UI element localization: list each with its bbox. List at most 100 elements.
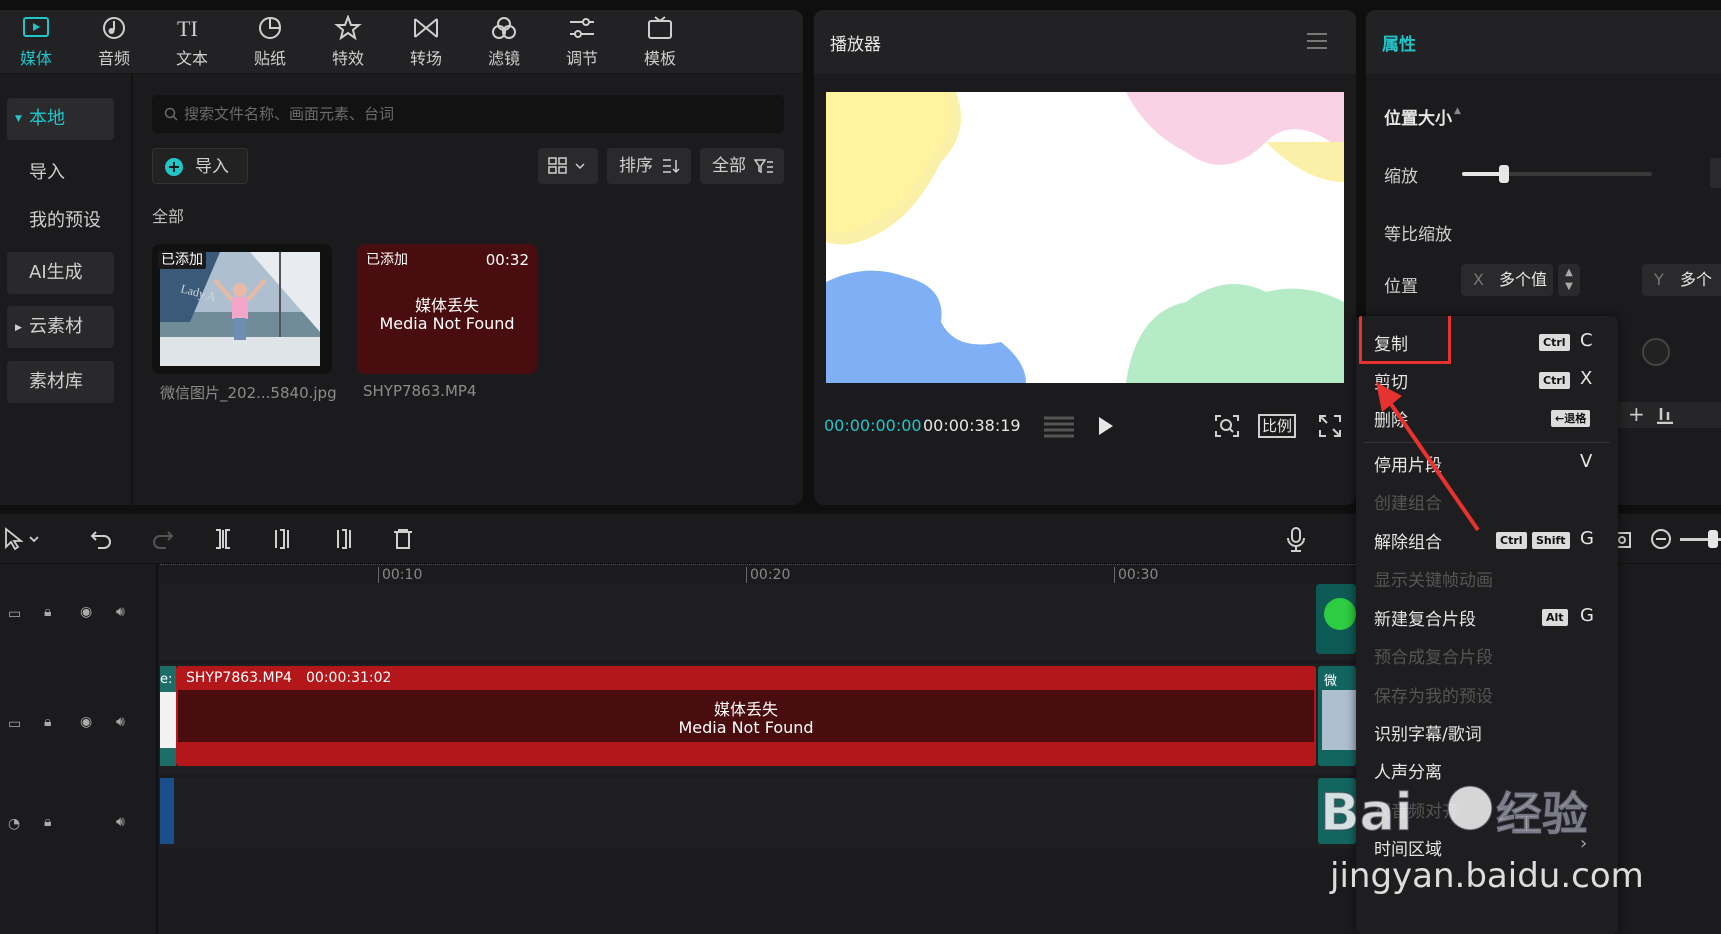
trim-right-icon[interactable] <box>332 528 354 550</box>
scale-value-box[interactable] <box>1710 158 1721 188</box>
asset-filename: 微信图片_202...5840.jpg <box>160 384 337 402</box>
preview-canvas[interactable] <box>826 92 1344 383</box>
filter-icon <box>492 17 516 39</box>
side-item-import[interactable]: 导入 <box>7 152 114 194</box>
kbd-alt: Alt <box>1542 609 1568 626</box>
side-clip-2[interactable]: 微 <box>1318 666 1356 766</box>
asset-duration: 00:32 <box>485 251 529 269</box>
lock-icon[interactable]: 🔒︎ <box>44 814 51 830</box>
baidu-watermark-logo: Bai 经验 <box>1320 782 1589 844</box>
adjust-icon <box>570 18 594 38</box>
lock-icon[interactable]: 🔒︎ <box>44 714 51 730</box>
scale-slider[interactable] <box>1462 165 1652 183</box>
sticker-icon <box>259 16 282 39</box>
zoom-slider-handle[interactable] <box>1708 530 1718 548</box>
media-missing-cn: 媒体丢失 <box>414 296 479 315</box>
sort-icon <box>663 159 680 174</box>
add-icon[interactable]: + <box>1628 402 1645 426</box>
scale-slider-handle[interactable] <box>1498 165 1509 183</box>
tab-sticker[interactable]: 贴纸 <box>234 15 306 71</box>
audio-mute-icon[interactable]: 🔊︎ <box>116 814 125 830</box>
text-icon: TI <box>177 16 198 41</box>
fullscreen-icon[interactable] <box>1318 414 1342 438</box>
template-icon <box>648 16 672 39</box>
search-input[interactable]: 搜索文件名称、画面元素、台词 <box>152 95 784 133</box>
track-video-icon: ▭ <box>8 606 22 622</box>
collapse-icon[interactable]: ▲ <box>1454 106 1461 116</box>
preview-artwork <box>826 92 1344 383</box>
view-mode-button[interactable] <box>538 148 598 184</box>
menu-item-copy[interactable]: 复制 <box>1374 330 1408 355</box>
menu-icon[interactable] <box>1306 32 1328 50</box>
filter-all-button[interactable]: 全部 <box>700 148 784 184</box>
aspect-ratio-button[interactable]: 比例 <box>1258 414 1296 438</box>
kbd-ctrl: Ctrl <box>1539 372 1570 389</box>
side-item-library[interactable]: 素材库 <box>7 361 114 403</box>
menu-item-save-preset: 保存为我的预设 <box>1374 687 1493 707</box>
tab-transition[interactable]: 转场 <box>390 15 462 71</box>
timeline-view-icon[interactable] <box>1042 414 1076 438</box>
align-bottom-icon[interactable] <box>1656 404 1674 424</box>
kbd-ctrl: Ctrl <box>1496 532 1527 549</box>
position-x-field[interactable]: X 多个值 <box>1461 264 1553 296</box>
svg-text:经验: 经验 <box>1496 787 1588 841</box>
audio-mute-icon[interactable]: 🔊︎ <box>116 604 125 620</box>
asset-card-video[interactable]: 已添加 00:32 媒体丢失 Media Not Found <box>357 244 537 374</box>
sort-button[interactable]: 排序 <box>607 148 691 184</box>
visibility-icon[interactable]: ◉ <box>80 714 92 730</box>
scale-slider-fill <box>1462 172 1504 176</box>
tab-filter[interactable]: 滤镜 <box>468 15 540 71</box>
rotation-dial[interactable] <box>1642 338 1670 366</box>
side-item-cloud[interactable]: ▶ 云素材 <box>7 306 114 348</box>
ruler-mark: 00:30 <box>1114 567 1158 583</box>
select-tool-icon[interactable] <box>4 527 44 551</box>
import-button[interactable]: + 导入 <box>152 148 248 184</box>
side-clip-thumb <box>1322 690 1356 750</box>
zoom-out-icon[interactable] <box>1650 528 1672 550</box>
trim-left-icon[interactable] <box>272 528 294 550</box>
lock-icon[interactable]: 🔒︎ <box>44 604 51 620</box>
audio-mute-icon[interactable]: 🔊︎ <box>116 714 125 730</box>
kbd-shift: Shift <box>1532 532 1570 549</box>
tab-audio[interactable]: 音频 <box>78 15 150 71</box>
tab-text[interactable]: TI 文本 <box>156 15 228 71</box>
split-icon[interactable] <box>212 528 234 550</box>
prev-clip[interactable]: e: <box>160 666 176 766</box>
menu-item-recognize-subtitles[interactable]: 识别字幕/歌词 <box>1374 720 1482 745</box>
section-position-size[interactable]: 位置大小 <box>1384 104 1452 129</box>
play-icon[interactable] <box>1098 416 1114 436</box>
zoom-preview-icon[interactable] <box>1214 414 1240 438</box>
timeline-clip[interactable]: SHYP7863.MP4 00:00:31:02 媒体丢失 Media Not … <box>176 666 1316 766</box>
tab-adjust[interactable]: 调节 <box>546 15 618 71</box>
microphone-icon[interactable] <box>1286 526 1306 552</box>
time-ruler[interactable]: 00:10 00:20 00:30 <box>160 564 1360 584</box>
tab-template[interactable]: 模板 <box>624 15 696 71</box>
delete-icon[interactable] <box>392 528 414 550</box>
redo-icon[interactable] <box>152 528 174 550</box>
side-item-local[interactable]: ▼ 本地 <box>7 98 114 140</box>
media-icon <box>23 17 49 37</box>
shortcut-key: V <box>1580 451 1593 472</box>
position-x-stepper[interactable]: ▲ ▼ <box>1558 264 1580 296</box>
audio-clip[interactable] <box>160 778 174 844</box>
menu-item-precompose: 预合成复合片段 <box>1374 648 1493 668</box>
tab-effects[interactable]: 特效 <box>312 15 384 71</box>
grid-view-icon <box>548 157 585 174</box>
undo-icon[interactable] <box>90 528 112 550</box>
sailboat-photo-thumbnail: Lady A <box>160 252 320 366</box>
caret-down-icon: ▼ <box>15 114 22 124</box>
kbd-ctrl: Ctrl <box>1539 334 1570 351</box>
asset-card-photo[interactable]: Lady A 已添加 <box>152 244 332 374</box>
side-clip[interactable] <box>1316 584 1356 654</box>
menu-item-new-compound[interactable]: 新建复合片段 <box>1374 605 1476 630</box>
position-label: 位置 <box>1384 277 1418 297</box>
visibility-icon[interactable]: ◉ <box>80 604 92 620</box>
side-item-ai[interactable]: AI生成 <box>7 252 114 294</box>
shortcut-key: G <box>1580 605 1594 626</box>
side-item-my-presets[interactable]: 我的预设 <box>7 200 114 242</box>
asset-filename: SHYP7863.MP4 <box>363 382 477 400</box>
position-y-field[interactable]: Y 多个 <box>1642 264 1721 296</box>
tab-media[interactable]: 媒体 <box>0 15 72 71</box>
asset-thumbnail: Lady A <box>160 252 320 366</box>
current-time: 00:00:00:00 <box>824 416 922 435</box>
